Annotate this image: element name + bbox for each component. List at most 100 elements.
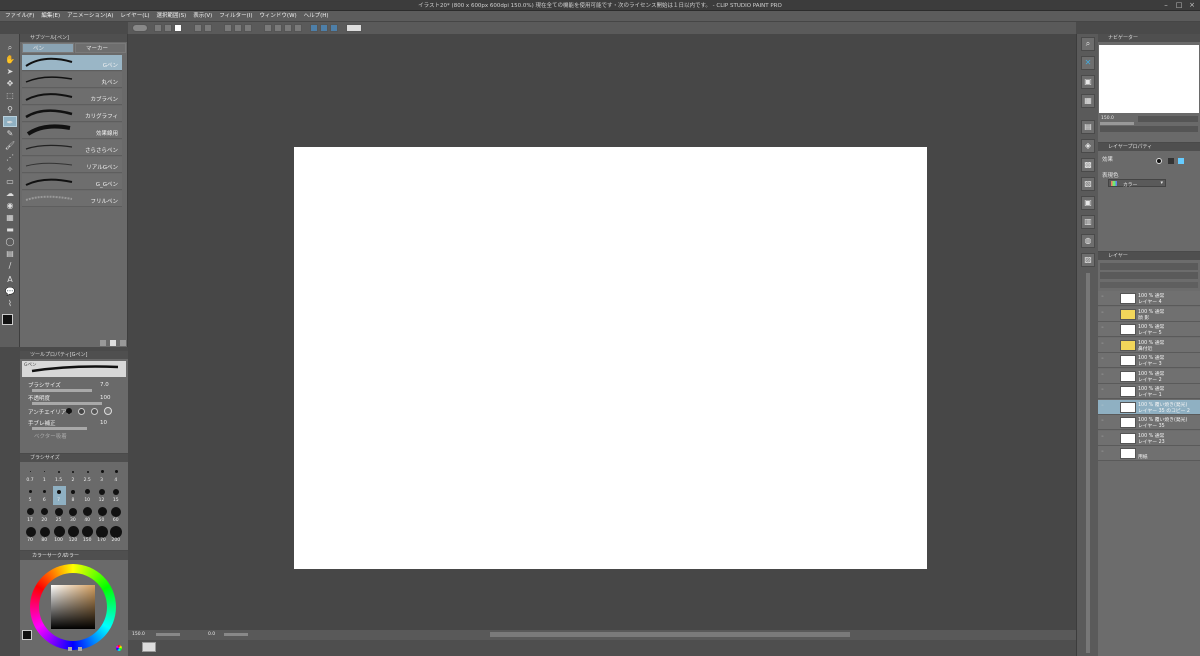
deselect-icon[interactable] xyxy=(264,24,272,32)
zoom-slider[interactable] xyxy=(156,633,180,636)
brush-size-cell[interactable]: 5 xyxy=(24,486,37,505)
ruler-tool-icon[interactable]: ∕ xyxy=(3,260,17,271)
layer-row[interactable]: ◦ 100 % 通常 鼻付近 xyxy=(1098,337,1200,353)
brush-item[interactable]: フリルペン xyxy=(22,191,122,207)
eye-icon[interactable]: ◦ xyxy=(1101,418,1107,424)
snap-perspective-icon[interactable] xyxy=(330,24,338,32)
hand-tool-icon[interactable]: ✋ xyxy=(3,54,17,65)
navigator-controls[interactable] xyxy=(1138,116,1198,122)
pencil-tool-icon[interactable]: ✎ xyxy=(3,128,17,139)
hue-ring[interactable] xyxy=(30,564,116,650)
ellipse-tool-icon[interactable]: ◯ xyxy=(3,236,17,247)
navigator-zoom-slider[interactable] xyxy=(1100,122,1134,125)
pen-tool-icon[interactable]: ✒ xyxy=(3,116,17,127)
effect-tone-icon[interactable] xyxy=(1168,158,1174,164)
eye-icon[interactable]: ◦ xyxy=(1101,325,1107,331)
balloon-tool-icon[interactable]: 💬 xyxy=(3,286,17,297)
airbrush-tool-icon[interactable]: ⋰ xyxy=(3,152,17,163)
right-strip-scrollbar[interactable] xyxy=(1086,273,1090,653)
menu-edit[interactable]: 編集(E) xyxy=(41,11,60,22)
material-3d-icon[interactable]: ◈ xyxy=(1081,139,1095,153)
brush-size-cell[interactable]: 20 xyxy=(38,506,51,525)
text-tool-icon[interactable]: A xyxy=(3,274,17,285)
minimize-icon[interactable]: – xyxy=(1160,1,1172,9)
tab-pen[interactable]: ペン xyxy=(22,43,74,53)
brush-size-cell[interactable]: 150 xyxy=(81,526,94,545)
eye-icon[interactable]: ◦ xyxy=(1101,403,1107,409)
eye-icon[interactable]: ◦ xyxy=(1101,387,1107,393)
tab-color-slider[interactable]: カラー xyxy=(64,552,79,559)
operation-tool-icon[interactable]: ➤ xyxy=(3,66,17,77)
stabilization-value[interactable]: 10 xyxy=(100,420,107,426)
invert-selection-icon[interactable] xyxy=(284,24,292,32)
brush-size-cell[interactable]: 2.5 xyxy=(81,466,94,485)
menu-filter[interactable]: フィルター(I) xyxy=(219,11,252,22)
copy-subtool-icon[interactable] xyxy=(110,340,116,346)
brush-item[interactable]: カブラペン xyxy=(22,89,122,105)
hls-icon[interactable] xyxy=(78,647,82,651)
eyedropper-tool-icon[interactable]: ⚲ xyxy=(3,104,17,115)
brush-size-cell[interactable]: 2 xyxy=(67,466,80,485)
blend-mode-row[interactable] xyxy=(1100,263,1198,270)
brush-size-cell[interactable]: 50 xyxy=(96,506,109,525)
horizontal-scrollbar[interactable] xyxy=(490,632,850,637)
brush-size-cell[interactable]: 6 xyxy=(38,486,51,505)
angle-slider[interactable] xyxy=(224,633,248,636)
frame-tool-icon[interactable]: ▤ xyxy=(3,248,17,259)
eye-icon[interactable]: ◦ xyxy=(1101,310,1107,316)
menu-window[interactable]: ウィンドウ(W) xyxy=(259,11,296,22)
brush-item[interactable]: カリグラフィ xyxy=(22,106,122,122)
eye-icon[interactable]: ◦ xyxy=(1101,356,1107,362)
brush-size-cell[interactable]: 7 xyxy=(52,486,66,505)
save-icon[interactable] xyxy=(174,24,182,32)
stabilization-slider[interactable] xyxy=(32,427,87,430)
effect-color-icon[interactable] xyxy=(1178,158,1184,164)
eye-icon[interactable]: ◦ xyxy=(1101,372,1107,378)
clip-studio-assets-icon[interactable] xyxy=(346,24,362,32)
zoom-tool-icon[interactable]: ⌕ xyxy=(3,42,17,53)
opacity-value[interactable]: 100 xyxy=(100,395,111,401)
brush-size-cell[interactable]: 100 xyxy=(53,526,66,545)
current-color-swatch[interactable] xyxy=(22,630,32,640)
brush-size-cell[interactable]: 30 xyxy=(67,506,80,525)
move-layer-tool-icon[interactable]: ✥ xyxy=(3,78,17,89)
material-manga-icon[interactable]: ▨ xyxy=(1081,253,1095,267)
close-icon[interactable]: × xyxy=(1186,1,1198,9)
tab-marker[interactable]: マーカー xyxy=(75,43,126,53)
layer-row[interactable]: ◦ 100 % 通常 レイヤー 23 xyxy=(1098,430,1200,446)
blend-tool-icon[interactable]: ☁ xyxy=(3,188,17,199)
menu-animation[interactable]: アニメーション(A) xyxy=(67,11,113,22)
eye-icon[interactable]: ◦ xyxy=(1101,434,1107,440)
layer-row[interactable]: ◦ 100 % 通常 レイヤー 4 xyxy=(1098,291,1200,306)
antialias-weak[interactable] xyxy=(78,408,85,415)
layer-toolbar[interactable] xyxy=(1100,272,1198,279)
redo-icon[interactable] xyxy=(204,24,212,32)
brush-item[interactable]: 効果線用 xyxy=(22,123,122,139)
brush-size-cell[interactable]: 0.7 xyxy=(24,466,37,485)
material-balloon-icon[interactable]: ◍ xyxy=(1081,234,1095,248)
layer-row[interactable]: ◦ 100 % 覆い焼き(発光) レイヤー 35 xyxy=(1098,415,1200,430)
brush-size-cell[interactable]: 120 xyxy=(67,526,80,545)
menu-selection[interactable]: 選択範囲(S) xyxy=(156,11,186,22)
main-color-swatch[interactable] xyxy=(2,314,13,325)
antialias-strong[interactable] xyxy=(104,407,112,415)
layer-row[interactable]: ◦ 100 % 通常 レイヤー 2 xyxy=(1098,368,1200,384)
antialias-medium[interactable] xyxy=(91,408,98,415)
brush-size-cell[interactable]: 1.5 xyxy=(53,466,66,485)
brush-size-cell[interactable]: 10 xyxy=(81,486,94,505)
brush-tool-icon[interactable]: 🖌 xyxy=(3,140,17,151)
canvas-tab-icon[interactable] xyxy=(142,642,156,652)
navigator-rotate-controls[interactable] xyxy=(1100,126,1198,132)
zoom-value[interactable]: 150.0 xyxy=(132,632,145,637)
saturation-value-square[interactable] xyxy=(51,585,95,629)
hsv-icon[interactable] xyxy=(68,647,72,651)
fill-icon[interactable] xyxy=(234,24,242,32)
brush-size-cell[interactable]: 60 xyxy=(110,506,123,525)
navigator-preview[interactable] xyxy=(1099,45,1199,113)
antialias-none[interactable] xyxy=(66,408,72,414)
brush-size-slider[interactable] xyxy=(32,389,92,392)
snap-grid-icon[interactable] xyxy=(320,24,328,32)
menu-help[interactable]: ヘルプ(H) xyxy=(304,11,329,22)
brush-item[interactable]: 丸ペン xyxy=(22,72,122,88)
search-icon[interactable]: ⌕ xyxy=(1081,37,1095,51)
